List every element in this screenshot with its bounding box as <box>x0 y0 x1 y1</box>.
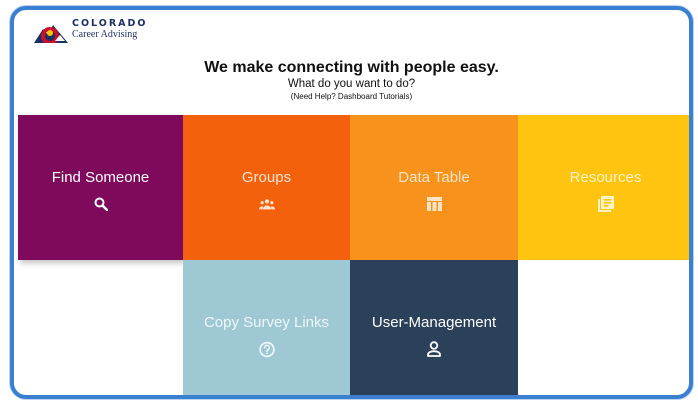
tile-label: Resources <box>569 169 642 186</box>
tile-user-management[interactable]: User-Management <box>350 260 518 395</box>
tile-groups[interactable]: Groups <box>183 115 350 260</box>
tile-label: Find Someone <box>51 169 150 186</box>
tile-copy-survey-links[interactable]: Copy Survey Links <box>183 260 350 395</box>
help-circle-icon <box>258 341 275 357</box>
page-subtitle: What do you want to do? <box>287 78 416 90</box>
app-frame: COLORADO Career Advising We make connect… <box>10 6 693 399</box>
tile-label: Data Table <box>398 169 470 186</box>
tile-label: Copy Survey Links <box>203 314 330 331</box>
tile-label: User-Management <box>371 314 497 331</box>
colorado-logo[interactable]: COLORADO Career Advising <box>34 19 147 43</box>
brand-subtitle: Career Advising <box>72 28 138 40</box>
tile-resources[interactable]: Resources <box>518 115 689 260</box>
tile-find-someone[interactable]: Find Someone <box>18 115 183 260</box>
document-icon <box>597 196 614 212</box>
help-link[interactable]: (Need Help? Dashboard Tutorials) <box>14 92 689 102</box>
tile-label: Groups <box>241 169 292 186</box>
table-icon <box>426 196 442 212</box>
search-icon <box>93 196 109 212</box>
user-icon <box>426 341 442 357</box>
page-title: We make connecting with people easy. <box>204 59 499 76</box>
page-header: We make connecting with people easy. Wha… <box>14 59 689 102</box>
tile-data-table[interactable]: Data Table <box>350 115 518 260</box>
brand-title: COLORADO <box>72 18 148 29</box>
people-icon <box>258 196 275 212</box>
colorado-flag-icon <box>34 25 68 43</box>
